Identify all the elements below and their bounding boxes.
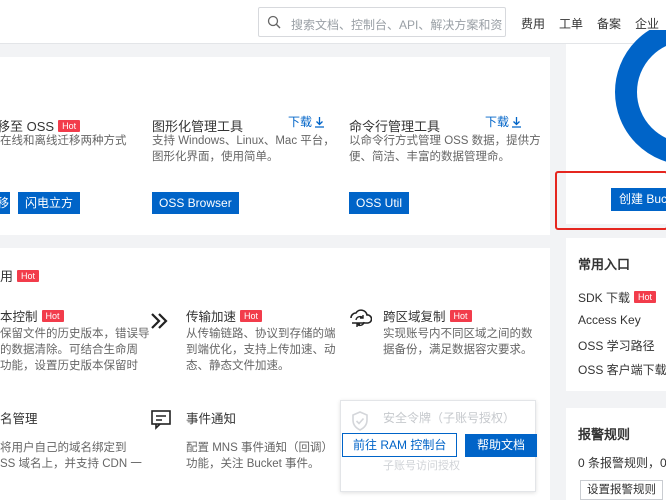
download-icon — [315, 117, 325, 128]
go-ram-console-button[interactable]: 前往 RAM 控制台 — [342, 433, 458, 457]
search-box[interactable]: 搜索文档、控制台、API、解决方案和资 — [258, 7, 506, 37]
hot-badge: Hot — [634, 291, 657, 303]
search-icon — [267, 15, 281, 29]
top-bar: 搜索文档、控制台、API、解决方案和资 费用 工单 备案 企业 — [0, 0, 666, 44]
lightning-cube-button[interactable]: 闪电立方 — [18, 192, 81, 214]
popup-title: 安全令牌（子账号授权） — [383, 411, 516, 425]
tool-browser-desc: 支持 Windows、Linux、Mac 平台， 图形化界面，使用简单。 — [152, 135, 335, 163]
tool-util-desc: 以命令行方式管理 OSS 数据，提供方 便、简洁、丰富的数据管理命。 — [349, 135, 541, 163]
create-bucket-button[interactable]: 创建 Bucket — [611, 188, 666, 211]
client-download-link[interactable]: OSS 客户端下载 — [578, 361, 666, 378]
hot-badge: Hot — [58, 120, 81, 132]
download-icon — [512, 117, 522, 128]
event-notify-icon — [151, 410, 171, 430]
search-placeholder: 搜索文档、控制台、API、解决方案和资 — [291, 18, 503, 32]
util-download-link[interactable]: 下载 — [485, 113, 522, 130]
feature-replication-desc: 实现账号内不同区域之间的数 据备份，满足数据容灾要求。 — [383, 328, 533, 356]
feature-acceleration-title: 传输加速 Hot — [186, 306, 263, 325]
feature-event-title: 事件通知 — [186, 412, 237, 426]
oss-browser-button[interactable]: OSS Browser — [152, 192, 239, 214]
feature-event-desc: 配置 MNS 事件通知（回调） 功能，关注 Bucket 事件。 — [186, 442, 333, 470]
sdk-download-link[interactable]: SDK 下载 Hot — [578, 289, 657, 306]
alarm-rules-title: 报警规则 — [578, 427, 631, 442]
common-entries-card: 常用入口 SDK 下载 Hot Access Key OSS 学习路径 OSS 客… — [566, 238, 666, 391]
migrate-button[interactable]: 迁移 — [0, 192, 10, 214]
set-alarm-rules-button[interactable]: 设置报警规则 — [580, 480, 663, 500]
feature-replication-title: 跨区域复制 Hot — [383, 306, 472, 325]
tool-migrate-desc: 在线和离线迁移两种方式 — [0, 135, 127, 147]
hot-badge: Hot — [17, 270, 40, 282]
feature-versioning-title: 本控制 Hot — [0, 306, 64, 325]
feature-domain-desc: 将用户自己的域名绑定到 SS 域名上，并支持 CDN 一 — [0, 442, 142, 470]
hot-badge: Hot — [240, 310, 263, 322]
popup-desc: 子账号访问授权 — [383, 460, 460, 472]
feature-acceleration-desc: 从传输链路、协议到存储的端 到端优化，支持上传加速、动 态、静态文件加速。 — [186, 328, 336, 372]
browser-download-link[interactable]: 下载 — [288, 113, 325, 130]
double-chevron-icon — [151, 313, 168, 329]
common-entries-title: 常用入口 — [578, 257, 631, 272]
nav-tickets[interactable]: 工单 — [559, 15, 583, 32]
shield-icon — [352, 411, 368, 431]
alarm-rules-summary: 0 条报警规则，0 已 — [578, 456, 666, 470]
access-key-link[interactable]: Access Key — [578, 313, 641, 327]
hot-badge: Hot — [41, 310, 64, 322]
oss-util-button[interactable]: OSS Util — [349, 192, 410, 214]
feature-domain-title: 名管理 — [0, 412, 38, 426]
feature-versioning-desc: 保留文件的历史版本，错误导 的数据清除。可结合生命周 功能，设置历史版本保留时 — [0, 328, 150, 372]
alarm-rules-card: 报警规则 0 条报警规则，0 已 设置报警规则 — [566, 408, 666, 500]
help-doc-button[interactable]: 帮助文档 — [465, 434, 538, 457]
tools-card: 迁移至 OSSHot 在线和离线迁移两种方式 迁移 闪电立方 图形化管理工具 下… — [0, 57, 550, 235]
ring-chart-icon — [615, 30, 666, 162]
features-section-title: 用 Hot — [0, 266, 40, 285]
learning-path-link[interactable]: OSS 学习路径 — [578, 337, 655, 354]
nav-billing[interactable]: 费用 — [521, 15, 545, 32]
hot-badge: Hot — [449, 310, 472, 322]
cloud-sync-icon — [350, 309, 372, 327]
